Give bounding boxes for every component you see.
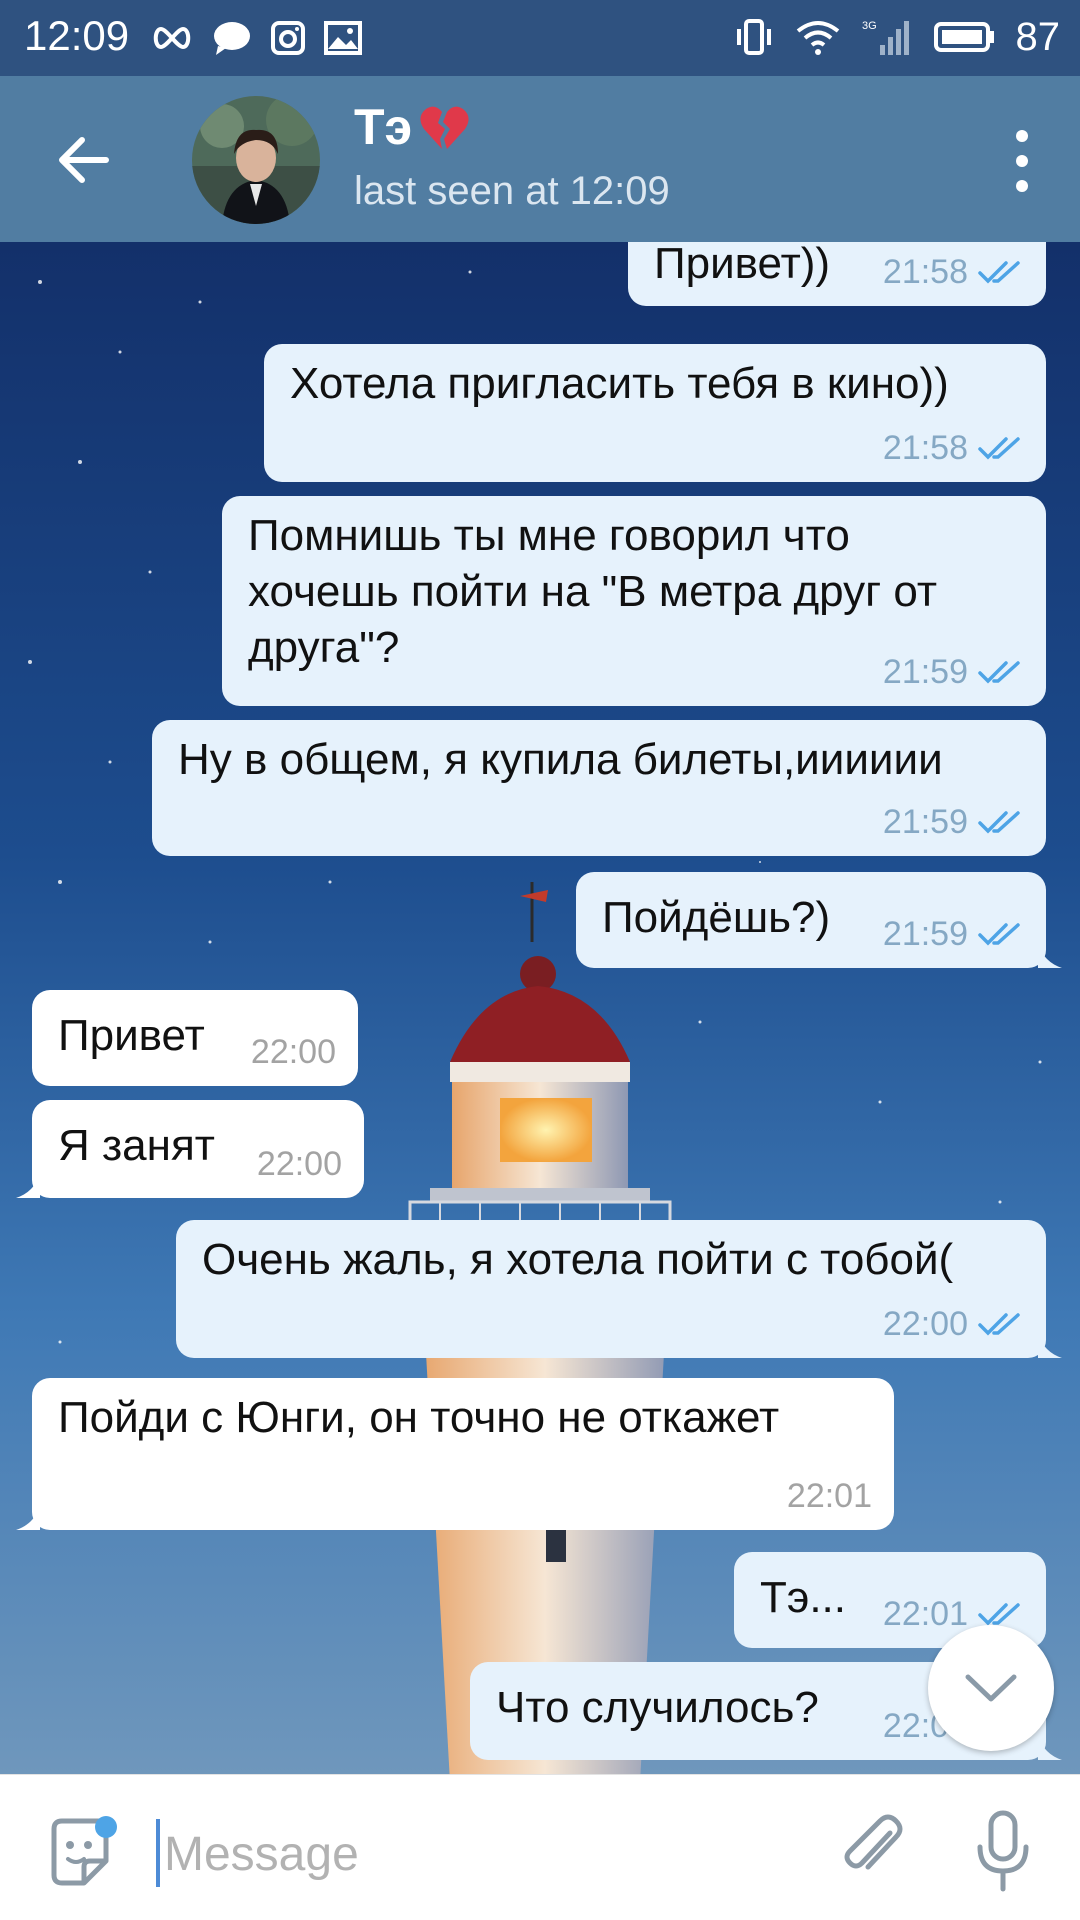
vibrate-icon [736, 19, 771, 55]
message-time: 22:01 [786, 1477, 872, 1515]
chat-header: Тэ last seen at 12:09 [0, 76, 1080, 242]
system-icons: 3G 87 [734, 12, 1061, 62]
paperclip-icon[interactable] [832, 1809, 912, 1889]
status-time: 12:09 [24, 12, 130, 59]
message-composer [0, 1774, 1080, 1920]
text-caret [156, 1819, 160, 1887]
image-icon [324, 21, 362, 55]
message-meta: 22:00 [251, 1024, 336, 1080]
double-check-icon [978, 261, 1020, 284]
battery-level: 87 [1015, 14, 1061, 59]
message-text: Я занят [58, 1121, 215, 1170]
message-meta: 22:01 [787, 1468, 872, 1524]
message-meta: 21:59 [883, 794, 1024, 850]
message-meta: 22:00 [257, 1136, 342, 1192]
message-time: 21:59 [882, 915, 968, 953]
status-bar: 12:09 3G 87 [0, 0, 1080, 76]
message-time: 21:59 [882, 803, 968, 841]
double-check-icon [978, 437, 1020, 460]
bubble-tail [1038, 944, 1062, 968]
message-bubble-outgoing[interactable]: Привет)) 21:58 [628, 242, 1046, 306]
microphone-icon[interactable] [968, 1807, 1038, 1897]
contact-name: Тэ [354, 99, 413, 155]
message-bubble-incoming[interactable]: Я занят 22:00 [16, 1100, 364, 1198]
message-text: Привет)) [654, 242, 831, 288]
sticker-icon[interactable] [44, 1815, 120, 1891]
message-bubble-outgoing[interactable]: Ну в общем, я купила билеты,ииииии 21:59 [152, 720, 1046, 856]
message-time: 21:59 [882, 653, 968, 691]
avatar[interactable] [192, 96, 320, 224]
double-check-icon [978, 661, 1020, 684]
message-meta: 21:59 [883, 906, 1024, 962]
message-input[interactable] [164, 1819, 804, 1889]
message-bubble-incoming[interactable]: Привет 22:00 [32, 990, 358, 1086]
message-text: Ну в общем, я купила билеты,ииииии [178, 735, 943, 784]
double-check-icon [978, 923, 1020, 946]
double-check-icon [978, 811, 1020, 834]
double-check-icon [978, 1313, 1020, 1336]
message-text: Что случилось? [496, 1683, 819, 1732]
chat-bubble-icon [214, 22, 250, 55]
double-check-icon [978, 1603, 1020, 1626]
message-text-line: хочешь пойти на "В метра друг от [248, 567, 938, 616]
message-text: Привет [58, 1011, 205, 1060]
message-bubble-outgoing[interactable]: Помнишь ты мне говорил что хочешь пойти … [222, 496, 1046, 706]
message-text: Очень жаль, я хотела пойти с тобой( [202, 1235, 954, 1284]
message-time: 21:58 [882, 253, 968, 291]
message-text: Пойди с Юнги, он точно не откажет [58, 1393, 780, 1442]
message-bubble-outgoing[interactable]: Очень жаль, я хотела пойти с тобой( 22:0… [176, 1220, 1062, 1358]
arrow-left-icon[interactable] [52, 128, 116, 192]
scroll-to-bottom-button[interactable] [928, 1625, 1054, 1751]
bubble-tail [16, 1506, 40, 1530]
bubble-tail [1038, 1334, 1062, 1358]
message-text: Хотела пригласить тебя в кино)) [290, 359, 949, 408]
notification-icons [150, 16, 362, 60]
message-text: Пойдёшь?) [602, 893, 831, 942]
chevron-down-icon [965, 1674, 1017, 1702]
message-bubble-outgoing[interactable]: Пойдёшь?) 21:59 [576, 872, 1062, 968]
message-time: 22:00 [250, 1033, 336, 1071]
message-time: 21:58 [882, 429, 968, 467]
message-meta: 21:58 [883, 420, 1024, 476]
instagram-icon [271, 21, 305, 55]
bubble-tail [16, 1174, 40, 1198]
svg-text:3G: 3G [862, 20, 877, 32]
message-meta: 21:58 [883, 244, 1024, 300]
broken-heart-icon [420, 106, 469, 149]
more-vertical-icon[interactable] [1010, 126, 1034, 196]
chat-title[interactable]: Тэ [354, 98, 470, 156]
cell-signal-icon: 3G [862, 20, 909, 55]
message-text: Тэ... [760, 1573, 847, 1622]
infinity-icon [153, 26, 191, 50]
message-bubble-outgoing[interactable]: Хотела пригласить тебя в кино)) 21:58 [264, 344, 1046, 482]
wifi-icon [796, 21, 839, 55]
message-text-line: друга"? [248, 623, 400, 672]
last-seen-status: last seen at 12:09 [354, 169, 670, 213]
message-time: 22:00 [256, 1145, 342, 1183]
message-time: 22:00 [882, 1305, 968, 1343]
message-bubble-incoming[interactable]: Пойди с Юнги, он точно не откажет 22:01 [16, 1378, 894, 1530]
chat-area[interactable]: Привет)) 21:58 Хотела пригласить тебя в … [0, 242, 1080, 1774]
message-meta: 22:00 [883, 1296, 1024, 1352]
message-meta: 21:59 [883, 644, 1024, 700]
message-text-line: Помнишь ты мне говорил что [248, 511, 850, 560]
battery-icon [933, 22, 994, 52]
